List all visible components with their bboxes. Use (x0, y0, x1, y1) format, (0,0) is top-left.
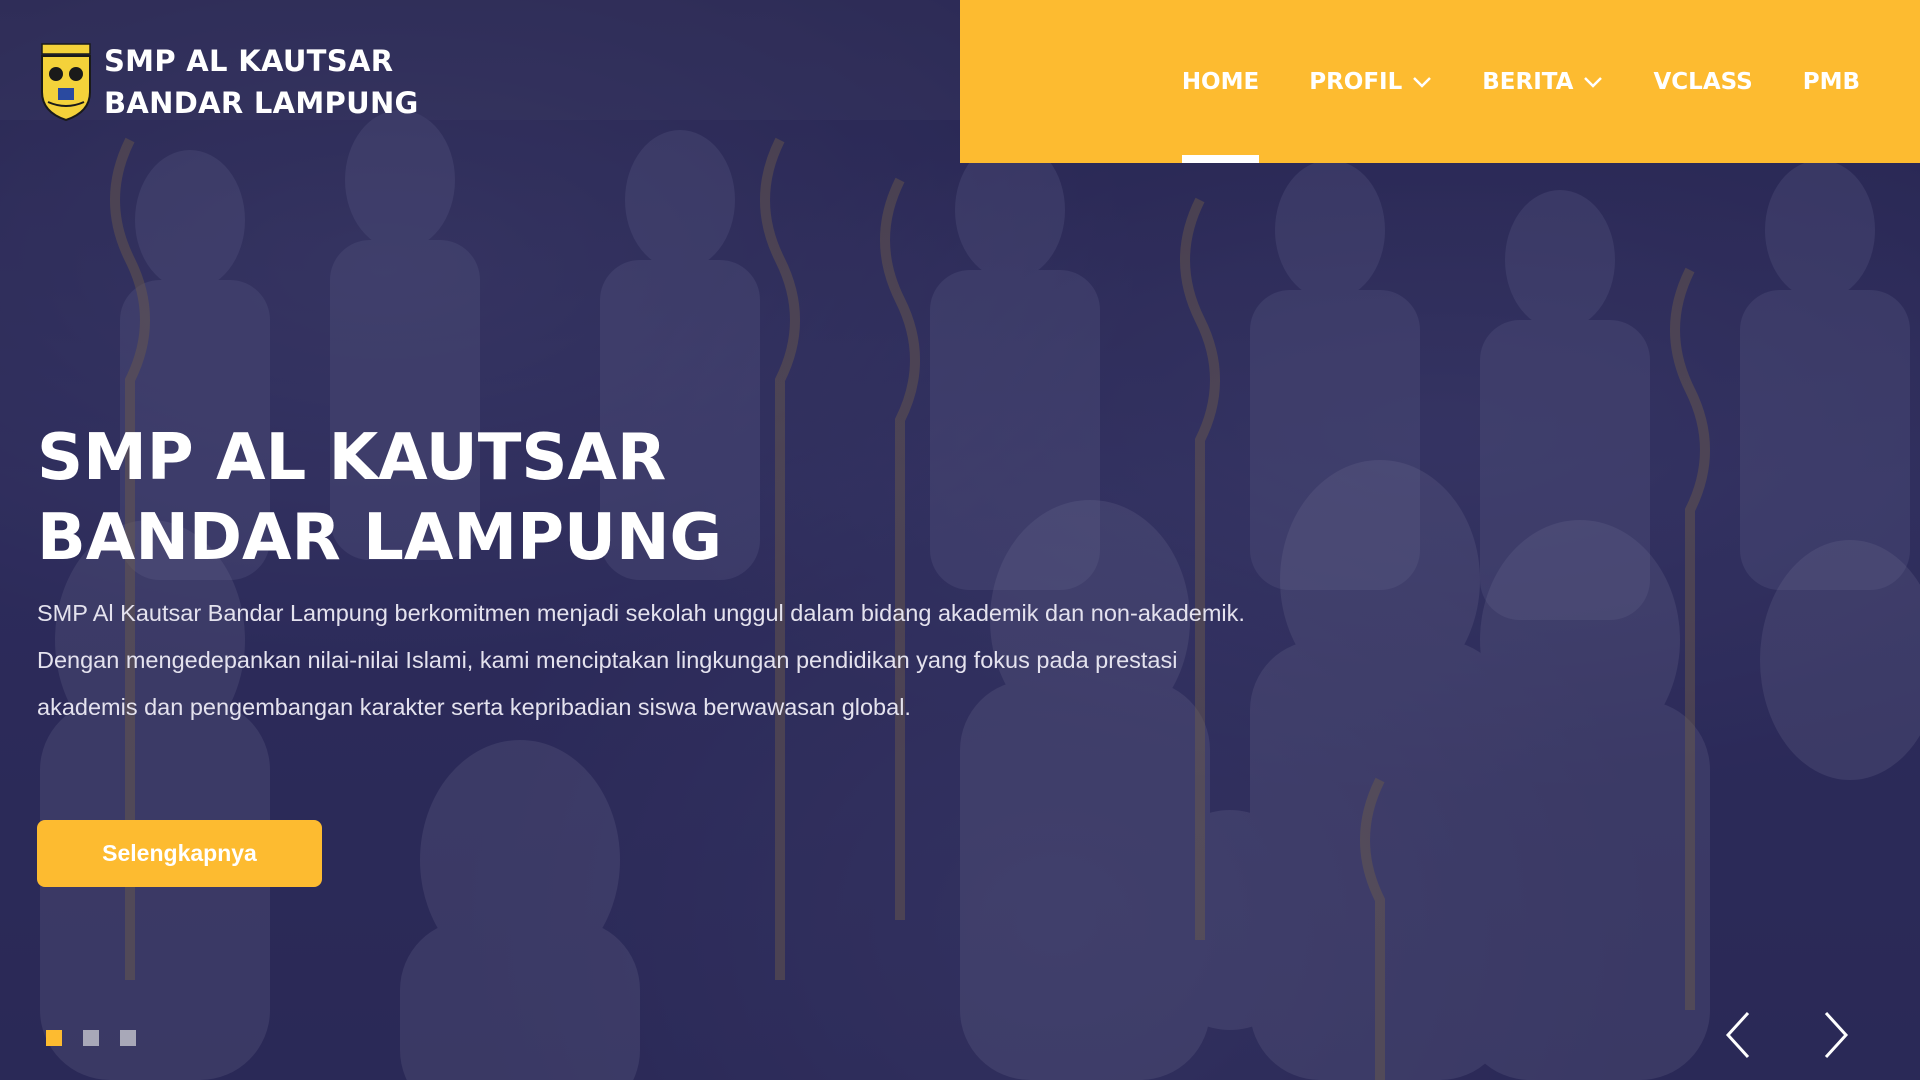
chevron-down-icon (1413, 76, 1432, 88)
nav-label-home: HOME (1181, 68, 1260, 95)
chevron-down-icon (1584, 76, 1603, 88)
nav-label-pmb: PMB (1802, 68, 1860, 95)
hero-description: SMP Al Kautsar Bandar Lampung berkomitme… (37, 600, 1245, 720)
nav-menu: HOME PROFIL BERITA VCLASS PMB (1132, 0, 1860, 163)
nav-label-berita: BERITA (1482, 68, 1574, 95)
carousel-prev-button[interactable] (1718, 1005, 1758, 1065)
nav-item-berita[interactable]: BERITA (1482, 0, 1603, 163)
chevron-right-icon (1824, 1011, 1849, 1059)
main-navbar: HOME PROFIL BERITA VCLASS PMB (960, 0, 1920, 163)
nav-item-vclass[interactable]: VCLASS (1653, 0, 1752, 163)
carousel-indicator-3[interactable] (120, 1030, 136, 1046)
nav-label-vclass: VCLASS (1653, 68, 1753, 95)
hero-title: SMP AL KAUTSAR BANDAR LAMPUNG (37, 418, 937, 578)
read-more-button[interactable]: Selengkapnya (37, 820, 322, 887)
hero-carousel: SMP AL KAUTSAR BANDAR LAMPUNG HOME PROFI… (0, 0, 1920, 1080)
brand-line-2: BANDAR LAMPUNG (104, 86, 419, 120)
hero-title-line-1: SMP AL KAUTSAR (37, 421, 667, 495)
site-brand[interactable]: SMP AL KAUTSAR BANDAR LAMPUNG (38, 40, 419, 124)
nav-label-profil: PROFIL (1309, 68, 1403, 95)
carousel-indicator-1[interactable] (46, 1030, 62, 1046)
nav-item-pmb[interactable]: PMB (1803, 0, 1860, 163)
brand-line-1: SMP AL KAUTSAR (104, 44, 394, 78)
chevron-left-icon (1725, 1011, 1750, 1059)
nav-item-home[interactable]: HOME (1181, 0, 1260, 163)
carousel-next-button[interactable] (1816, 1005, 1856, 1065)
nav-item-profil[interactable]: PROFIL (1309, 0, 1432, 163)
brand-name: SMP AL KAUTSAR BANDAR LAMPUNG (104, 40, 419, 124)
carousel-indicators (46, 1030, 157, 1046)
school-crest-icon (41, 43, 91, 122)
hero-title-line-2: BANDAR LAMPUNG (37, 501, 723, 575)
carousel-indicator-2[interactable] (83, 1030, 99, 1046)
